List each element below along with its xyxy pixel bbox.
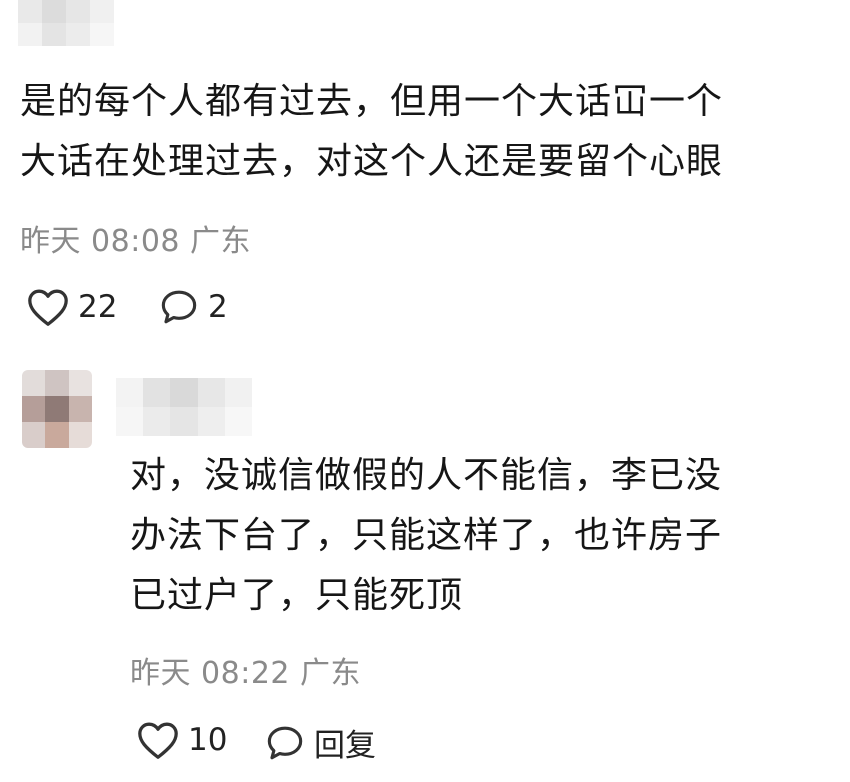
username-blurred[interactable]	[116, 378, 252, 436]
like-count: 22	[78, 289, 118, 325]
comment-time: 昨天 08:22	[130, 656, 290, 691]
comment-time: 昨天 08:08	[20, 224, 180, 259]
comment-text: 是的每个人都有过去，但用一个大话冚一个 大话在处理过去，对这个人还是要留个心眼	[20, 72, 723, 192]
comment-line: 大话在处理过去，对这个人还是要留个心眼	[20, 141, 724, 182]
heart-outline-icon	[28, 289, 68, 326]
like-count: 10	[188, 722, 228, 758]
comment-line: 对，没诚信做假的人不能信，李已没	[130, 455, 723, 496]
comment-line: 已过户了，只能死顶	[130, 575, 464, 616]
comment-button[interactable]: 2	[158, 287, 228, 327]
comment-meta: 昨天 08:22 广东	[130, 648, 361, 692]
comment-meta: 昨天 08:08 广东	[20, 216, 251, 260]
reply-button[interactable]: 回复	[264, 720, 376, 765]
comment-line: 是的每个人都有过去，但用一个大话冚一个	[20, 81, 724, 122]
avatar[interactable]	[22, 370, 92, 448]
heart-outline-icon	[138, 722, 178, 759]
comment-location: 广东	[190, 224, 252, 259]
comment-text: 对，没诚信做假的人不能信，李已没 办法下台了，只能这样了，也许房子 已过户了，只…	[130, 446, 722, 626]
speech-bubble-icon	[267, 726, 303, 759]
reply-count: 2	[208, 289, 228, 325]
username-blurred[interactable]	[18, 0, 114, 46]
like-button[interactable]: 10	[136, 720, 227, 760]
comment-line: 办法下台了，只能这样了，也许房子	[130, 515, 723, 556]
comment-location: 广东	[300, 656, 362, 691]
reply-label: 回复	[314, 728, 376, 764]
speech-bubble-icon	[161, 290, 197, 324]
like-button[interactable]: 22	[26, 287, 117, 327]
